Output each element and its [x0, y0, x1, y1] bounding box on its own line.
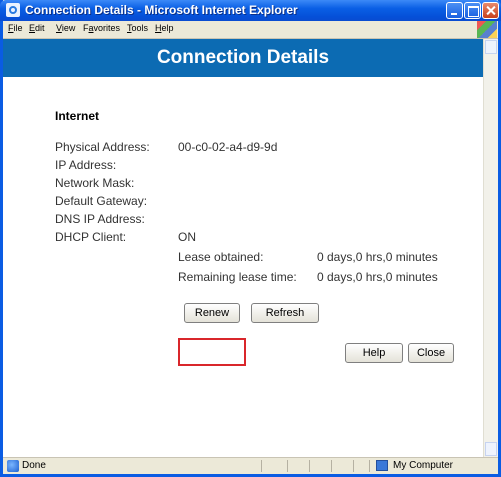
status-divider — [261, 460, 262, 472]
menu-file[interactable]: File — [8, 23, 23, 33]
menu-tools[interactable]: Tools — [127, 23, 148, 33]
field-label-ip-address: IP Address: — [55, 158, 117, 172]
status-bar: Done My Computer — [3, 457, 498, 474]
status-divider — [369, 460, 370, 472]
page-done-icon — [7, 460, 19, 472]
status-divider — [287, 460, 288, 472]
field-label-dhcp-client: DHCP Client: — [55, 230, 127, 244]
lease-obtained-label: Lease obtained: — [178, 250, 264, 264]
remaining-lease-value: 0 days,0 hrs,0 minutes — [317, 270, 438, 284]
maximize-button[interactable] — [464, 2, 481, 19]
scroll-down-arrow-icon[interactable] — [485, 442, 497, 456]
lease-obtained-value: 0 days,0 hrs,0 minutes — [317, 250, 438, 264]
status-divider — [331, 460, 332, 472]
title-bar[interactable]: Connection Details - Microsoft Internet … — [0, 0, 501, 21]
section-title: Internet — [55, 109, 100, 123]
scroll-up-arrow-icon[interactable] — [485, 40, 497, 54]
menu-view[interactable]: View — [56, 23, 75, 33]
menu-help[interactable]: Help — [155, 23, 174, 33]
status-text: Done — [22, 460, 46, 471]
renew-button[interactable]: Renew — [184, 303, 240, 323]
field-value-dhcp-client: ON — [178, 230, 196, 244]
status-divider — [309, 460, 310, 472]
field-label-default-gateway: Default Gateway: — [55, 194, 148, 208]
field-label-network-mask: Network Mask: — [55, 176, 135, 190]
renew-highlight — [178, 338, 246, 366]
window-title: Connection Details - Microsoft Internet … — [25, 3, 298, 17]
menu-favorites[interactable]: Favorites — [83, 23, 120, 33]
close-button[interactable]: Close — [408, 343, 454, 363]
vertical-scrollbar[interactable] — [483, 39, 498, 457]
field-label-dns-ip-address: DNS IP Address: — [55, 212, 145, 226]
internet-explorer-icon — [6, 3, 20, 17]
field-value-physical-address: 00-c0-02-a4-d9-9d — [178, 140, 278, 154]
windows-logo-icon — [477, 21, 497, 38]
page-content: Connection Details Internet Physical Add… — [3, 39, 483, 457]
remaining-lease-label: Remaining lease time: — [178, 270, 297, 284]
field-label-physical-address: Physical Address: — [55, 140, 150, 154]
page-banner: Connection Details — [3, 39, 483, 77]
my-computer-icon — [376, 460, 388, 471]
status-divider — [353, 460, 354, 472]
menu-bar: File Edit View Favorites Tools Help — [3, 21, 498, 39]
security-zone: My Computer — [393, 460, 454, 471]
menu-edit[interactable]: Edit — [29, 23, 45, 33]
browser-window: Connection Details - Microsoft Internet … — [0, 0, 501, 477]
refresh-button[interactable]: Refresh — [251, 303, 319, 323]
close-window-button[interactable] — [482, 2, 499, 19]
help-button[interactable]: Help — [345, 343, 403, 363]
minimize-button[interactable] — [446, 2, 463, 19]
